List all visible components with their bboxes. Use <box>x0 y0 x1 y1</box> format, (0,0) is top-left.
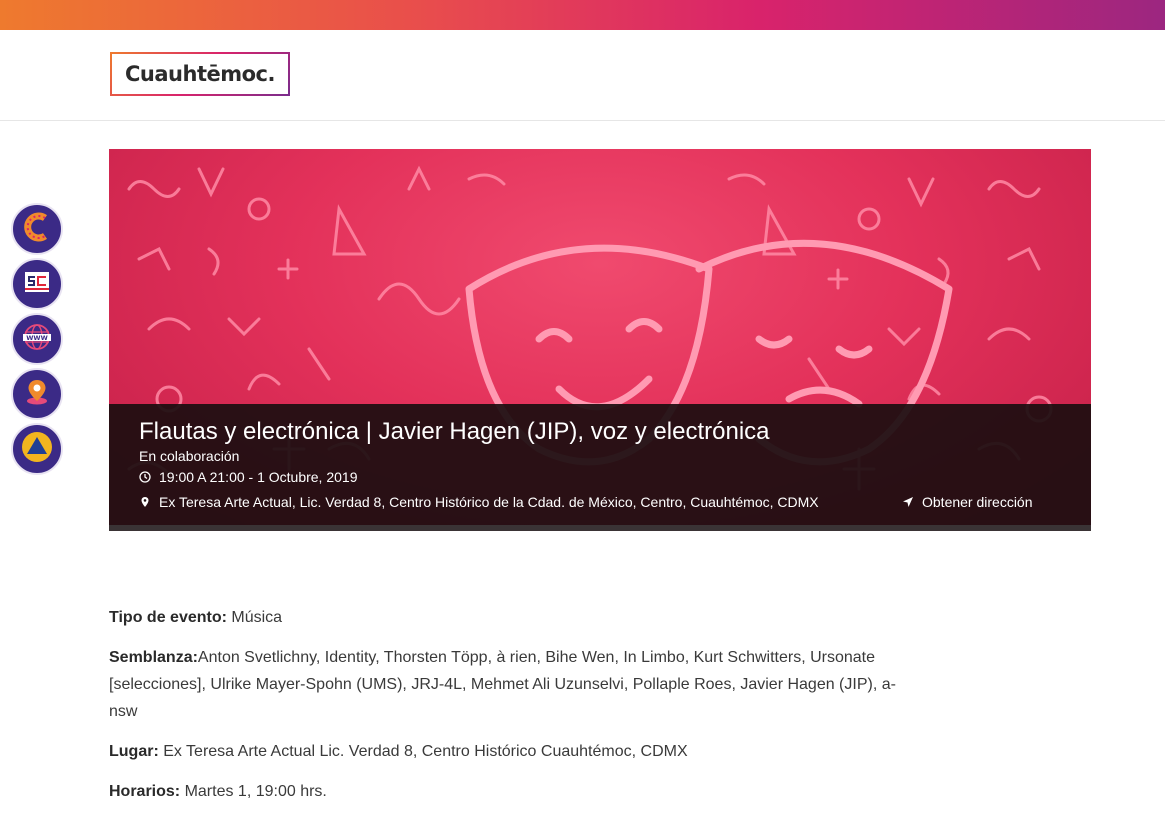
top-gradient-bar <box>0 0 1165 30</box>
www-globe-icon: WWW <box>21 321 53 358</box>
event-schedule-label: Horarios: <box>109 783 181 800</box>
site-logo[interactable]: Cuauhtēmoc. <box>110 52 290 96</box>
side-nav-map[interactable] <box>11 368 63 420</box>
event-bio: Semblanza:Anton Svetlichny, Identity, Th… <box>109 644 899 725</box>
event-schedule: Horarios: Martes 1, 19:00 hrs. <box>109 778 899 805</box>
event-place-value: Ex Teresa Arte Actual Lic. Verdad 8, Cen… <box>158 743 688 760</box>
navigation-arrow-icon <box>902 496 914 508</box>
svg-text:WWW: WWW <box>26 334 48 342</box>
event-type: Tipo de evento: Música <box>109 604 899 631</box>
event-title: Flautas y electrónica | Javier Hagen (JI… <box>139 418 770 445</box>
side-nav-sc[interactable] <box>11 258 63 310</box>
event-bio-label: Semblanza: <box>109 649 198 666</box>
civil-protection-icon <box>20 430 54 469</box>
event-banner: Flautas y electrónica | Javier Hagen (JI… <box>109 149 1091 531</box>
event-type-value: Música <box>226 609 283 626</box>
cuauhtemoc-c-icon <box>22 212 52 247</box>
sc-icon <box>22 267 52 302</box>
overlay-bottom-strip <box>109 525 1091 531</box>
event-location-text: Ex Teresa Arte Actual, Lic. Verdad 8, Ce… <box>159 494 819 510</box>
logo-text: Cuauhtēmoc. <box>125 62 275 86</box>
event-subtitle: En colaboración <box>139 448 240 464</box>
site-header: Cuauhtēmoc. <box>0 30 1165 121</box>
event-details: Tipo de evento: Música Semblanza:Anton S… <box>109 604 899 818</box>
side-nav: WWW <box>11 203 63 478</box>
event-place: Lugar: Ex Teresa Arte Actual Lic. Verdad… <box>109 738 899 765</box>
side-nav-web[interactable]: WWW <box>11 313 63 365</box>
event-bio-value: Anton Svetlichny, Identity, Thorsten Töp… <box>109 649 896 720</box>
side-nav-cuauhtemoc[interactable] <box>11 203 63 255</box>
side-nav-civil[interactable] <box>11 423 63 475</box>
event-place-label: Lugar: <box>109 743 159 760</box>
get-directions-label: Obtener dirección <box>922 494 1033 510</box>
get-directions-link[interactable]: Obtener dirección <box>902 494 1033 510</box>
event-type-label: Tipo de evento: <box>109 609 227 626</box>
location-pin-icon <box>139 496 151 508</box>
event-schedule-value: Martes 1, 19:00 hrs. <box>180 783 327 800</box>
event-time: 19:00 A 21:00 - 1 Octubre, 2019 <box>139 469 357 485</box>
event-time-text: 19:00 A 21:00 - 1 Octubre, 2019 <box>159 469 358 485</box>
event-location: Ex Teresa Arte Actual, Lic. Verdad 8, Ce… <box>139 494 819 510</box>
map-pin-icon <box>22 377 52 412</box>
event-info-overlay: Flautas y electrónica | Javier Hagen (JI… <box>109 404 1091 531</box>
clock-icon <box>139 471 151 483</box>
